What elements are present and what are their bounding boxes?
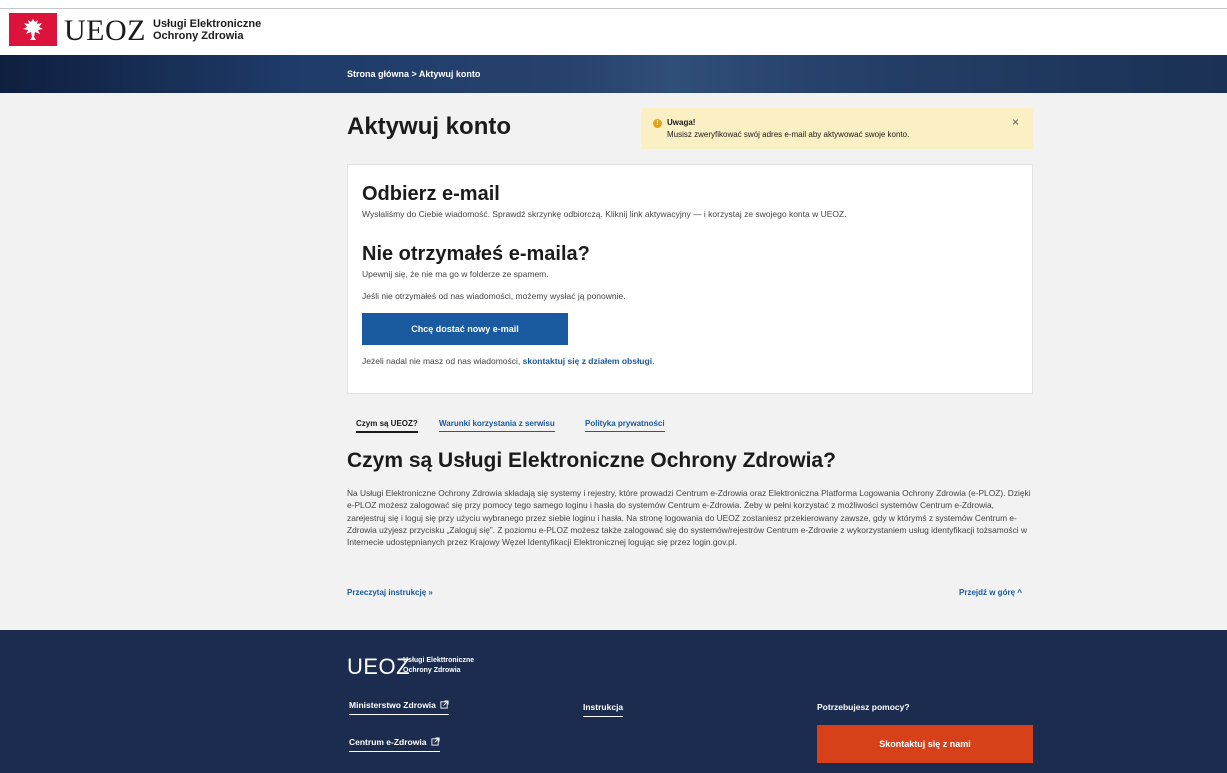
receive-email-text: Wysłaliśmy do Ciebie wiadomość. Sprawdź … (362, 209, 847, 219)
tab-terms-of-service[interactable]: Warunki korzystania z serwisu (439, 419, 555, 432)
warning-icon: ! (653, 119, 662, 128)
back-to-top-link[interactable]: Przejdź w górę ^ (959, 588, 1022, 597)
footer-link-ezdrowie-label: Centrum e-Zdrowia (349, 737, 427, 747)
support-text: Jeżeli nadal nie masz od nas wiadomości,… (362, 356, 654, 366)
footer-logo-subtitle: Usługi Elekttroniczne Ochrony Zdrowia (403, 656, 474, 676)
alert-title: Uwaga! (667, 118, 696, 127)
polish-eagle-icon[interactable] (9, 13, 57, 46)
warning-alert: ! Uwaga! Musisz zweryfikować swój adres … (641, 108, 1033, 149)
close-icon[interactable]: × (1012, 115, 1019, 129)
footer-help-heading: Potrzebujesz pomocy? (817, 702, 910, 712)
breadcrumb[interactable]: Strona główna > Aktywuj konto (347, 69, 480, 79)
tab-what-is-ueoz[interactable]: Czym są UEOZ? (356, 419, 418, 433)
support-text-prefix: Jeżeli nadal nie masz od nas wiadomości, (362, 356, 523, 366)
alert-message: Musisz zweryfikować swój adres e-mail ab… (667, 130, 910, 139)
heading-receive-email: Odbierz e-mail (362, 183, 500, 205)
external-link-icon (440, 700, 449, 709)
resend-hint-text: Jeśli nie otrzymałeś od nas wiadomości, … (362, 291, 626, 301)
footer-logo-title[interactable]: UEOZ (347, 654, 410, 680)
footer-link-ministry-label: Ministerstwo Zdrowia (349, 700, 436, 710)
top-header: UEOZ Usługi Elektroniczne Ochrony Zdrowi… (0, 0, 1227, 55)
heading-no-email: Nie otrzymałeś e-maila? (362, 243, 590, 265)
footer-logo-subtitle-line1: Usługi Elekttroniczne (403, 657, 475, 664)
spam-hint-text: Upewnij się, że nie ma go w folderze ze … (362, 269, 549, 279)
section-title: Czym są Usługi Elektroniczne Ochrony Zdr… (347, 449, 836, 472)
tab-privacy-policy[interactable]: Polityka prywatności (585, 419, 665, 432)
support-link[interactable]: skontaktuj się z działem obsługi (523, 356, 652, 366)
external-link-icon (431, 737, 440, 746)
footer-link-ezdrowie[interactable]: Centrum e-Zdrowia (349, 737, 440, 752)
logo-subtitle-line2: Ochrony Zdrowia (153, 30, 244, 42)
footer-link-instructions[interactable]: Instrukcja (583, 702, 624, 717)
read-instructions-link[interactable]: Przeczytaj instrukcję » (347, 588, 433, 597)
logo-subtitle: Usługi Elektroniczne Ochrony Zdrowia (153, 18, 261, 42)
footer-link-ministry[interactable]: Ministerstwo Zdrowia (349, 700, 450, 715)
header-top-rule (0, 8, 1227, 9)
breadcrumb-band (0, 55, 1227, 93)
resend-email-button[interactable]: Chcę dostać nowy e-mail (362, 313, 568, 345)
logo-subtitle-line1: Usługi Elektroniczne (153, 18, 262, 30)
page-title: Aktywuj konto (347, 113, 512, 140)
section-body: Na Usługi Elektroniczne Ochrony Zdrowia … (347, 488, 1031, 548)
support-text-suffix: . (652, 356, 655, 366)
contact-us-button[interactable]: Skontaktuj się z nami (817, 725, 1033, 763)
footer-logo-subtitle-line2: Ochrony Zdrowia (403, 667, 461, 674)
logo-title[interactable]: UEOZ (64, 16, 146, 46)
